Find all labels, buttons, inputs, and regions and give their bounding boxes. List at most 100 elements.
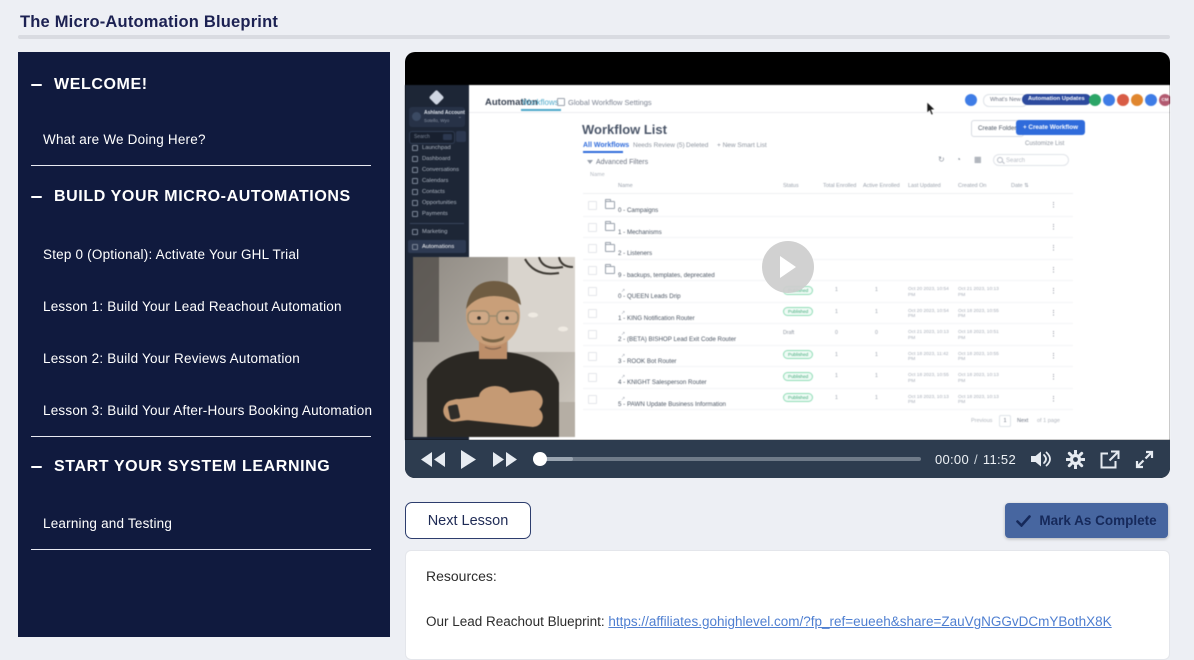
- account-location: Sotello, Wyo: [424, 118, 449, 123]
- progress-track[interactable]: [533, 457, 921, 461]
- table-search-input: Search: [993, 154, 1069, 166]
- pip-button[interactable]: [1100, 450, 1120, 469]
- progress-bar[interactable]: [533, 452, 921, 466]
- status-badge: Published: [783, 307, 813, 316]
- created-on-value: Oct 18 2023, 10:13 PM: [958, 373, 1004, 385]
- created-on-value: Oct 18 2023, 10:51 PM: [958, 330, 1004, 342]
- link-avatar-icon: [1103, 94, 1115, 106]
- user-avatar: CM: [1159, 94, 1170, 106]
- settings-icon: [557, 98, 565, 106]
- ghl-tab-workflows: Workflows: [522, 98, 559, 107]
- new-smart-list-link: + New Smart List: [717, 142, 767, 149]
- table-row: 1 - Mechanisms↗ ⋮: [405, 217, 1170, 239]
- progress-handle[interactable]: [533, 452, 547, 466]
- resource-link[interactable]: https://affiliates.gohighlevel.com/?fp_r…: [608, 614, 1111, 629]
- ghl-account-switcher: Ashland Account Sotello, Wyo ⌄: [409, 107, 465, 127]
- row-checkbox: [588, 201, 597, 210]
- created-on-value: Oct 21 2023, 10:13 PM: [958, 287, 1004, 299]
- folder-icon: [605, 201, 615, 209]
- help-avatar-icon: [1145, 94, 1157, 106]
- volume-icon: [1031, 451, 1051, 467]
- sidebar-item-step-0[interactable]: Step 0 (Optional): Activate Your GHL Tri…: [43, 247, 299, 262]
- active-enrolled-value: 0: [875, 330, 878, 336]
- row-checkbox: [588, 330, 597, 339]
- gear-icon: [1066, 450, 1085, 469]
- ghl-search-box: Search: [409, 131, 455, 144]
- kebab-menu-icon: ⋮: [1050, 201, 1057, 209]
- row-checkbox: [588, 309, 597, 318]
- sidebar-divider: [31, 165, 371, 166]
- sidebar-item-lesson-3[interactable]: Lesson 3: Build Your After-Hours Booking…: [43, 403, 372, 418]
- total-enrolled-value: 0: [835, 330, 838, 336]
- course-sidebar: WELCOME! What are We Doing Here? BUILD Y…: [18, 52, 390, 637]
- table-row: 0 - Campaigns↗ ⋮: [405, 195, 1170, 217]
- active-enrolled-value: 1: [875, 352, 878, 358]
- help-circle-icon: ◔: [956, 155, 961, 164]
- create-workflow-button: + Create Workflow: [1016, 120, 1085, 135]
- status-badge: Published: [783, 372, 813, 381]
- sidebar-item-what-are-we-doing[interactable]: What are We Doing Here?: [43, 132, 206, 147]
- rewind-button[interactable]: [421, 451, 446, 468]
- folder-icon: [605, 266, 615, 274]
- nav-divider: [469, 112, 1170, 113]
- column-header-created-on: Created On: [958, 183, 986, 189]
- sidebar-divider: [31, 436, 371, 437]
- calendars-icon: [412, 178, 418, 184]
- last-updated-value: Oct 21 2023, 10:13 PM: [908, 330, 954, 342]
- next-lesson-button[interactable]: Next Lesson: [405, 502, 531, 539]
- sidebar-item-learning-testing[interactable]: Learning and Testing: [43, 516, 172, 531]
- chevron-down-icon: ⌄: [458, 114, 462, 120]
- play-button[interactable]: [461, 450, 476, 469]
- headset-icon: [965, 94, 977, 106]
- bell-avatar-icon: [1131, 94, 1143, 106]
- settings-button[interactable]: [1066, 450, 1085, 469]
- filter-icon: [587, 160, 593, 164]
- active-enrolled-value: 1: [875, 287, 878, 293]
- mark-complete-button[interactable]: Mark As Complete: [1005, 503, 1168, 538]
- sidebar-item-lesson-2[interactable]: Lesson 2: Build Your Reviews Automation: [43, 351, 300, 366]
- sidebar-section-welcome[interactable]: WELCOME!: [31, 76, 148, 94]
- total-enrolled-value: 1: [835, 395, 838, 401]
- video-player[interactable]: Ashland Account Sotello, Wyo ⌄ Search La…: [405, 52, 1170, 478]
- presenter-webcam-image: [413, 257, 575, 437]
- fast-forward-button[interactable]: [492, 451, 517, 468]
- automation-updates-pill: Automation Updates: [1022, 94, 1091, 105]
- mark-complete-label: Mark As Complete: [1039, 513, 1156, 528]
- column-header-status: Status: [783, 183, 799, 189]
- row-name: 2 - (BETA) BISHOP Lead Exit Code Router↗: [618, 330, 625, 337]
- play-overlay-button[interactable]: [762, 241, 814, 293]
- active-enrolled-value: 1: [875, 309, 878, 315]
- row-name: 5 - PAWN Update Business Information↗: [618, 395, 625, 402]
- active-tab-underline: [521, 109, 561, 111]
- status-badge: Published: [783, 393, 813, 402]
- current-time: 00:00: [935, 452, 969, 467]
- total-enrolled-value: 1: [835, 309, 838, 315]
- whats-new-pill: What's New: [983, 94, 1028, 107]
- collapse-icon: [31, 466, 42, 469]
- sidebar-item-lesson-1[interactable]: Lesson 1: Build Your Lead Reachout Autom…: [43, 299, 342, 314]
- refresh-icon: ↻: [938, 155, 945, 164]
- column-header-last-updated: Last Updated: [908, 183, 941, 189]
- section-label: BUILD YOUR MICRO-AUTOMATIONS: [54, 188, 351, 206]
- row-name: 1 - KING Notification Router↗: [618, 309, 625, 316]
- column-header-date: Date ⇅: [1011, 183, 1029, 189]
- fullscreen-button[interactable]: [1135, 450, 1154, 469]
- sidebar-section-build[interactable]: BUILD YOUR MICRO-AUTOMATIONS: [31, 188, 351, 206]
- shortcut-badge: [443, 134, 452, 140]
- status-badge: Published: [783, 350, 813, 359]
- alert-avatar-icon: [1117, 94, 1129, 106]
- pagination-summary: of 1 page: [1037, 418, 1060, 424]
- sidebar-section-start[interactable]: START YOUR SYSTEM LEARNING: [31, 458, 330, 476]
- active-tab-underline: [583, 151, 623, 153]
- last-updated-value: Oct 20 2023, 10:54 PM: [908, 287, 954, 299]
- kebab-menu-icon: ⋮: [1050, 266, 1057, 274]
- created-on-value: Oct 18 2023, 10:55 PM: [958, 352, 1004, 364]
- row-checkbox: [588, 266, 597, 275]
- resource-line: Our Lead Reachout Blueprint: https://aff…: [426, 614, 1112, 629]
- volume-button[interactable]: [1031, 451, 1051, 467]
- kebab-menu-icon: ⋮: [1050, 395, 1057, 403]
- ghl-nav-launchpad: Launchpad: [412, 145, 451, 151]
- video-controls: 00:00/11:52: [405, 440, 1170, 478]
- title-divider: [18, 35, 1170, 39]
- external-window-icon: [1100, 450, 1120, 469]
